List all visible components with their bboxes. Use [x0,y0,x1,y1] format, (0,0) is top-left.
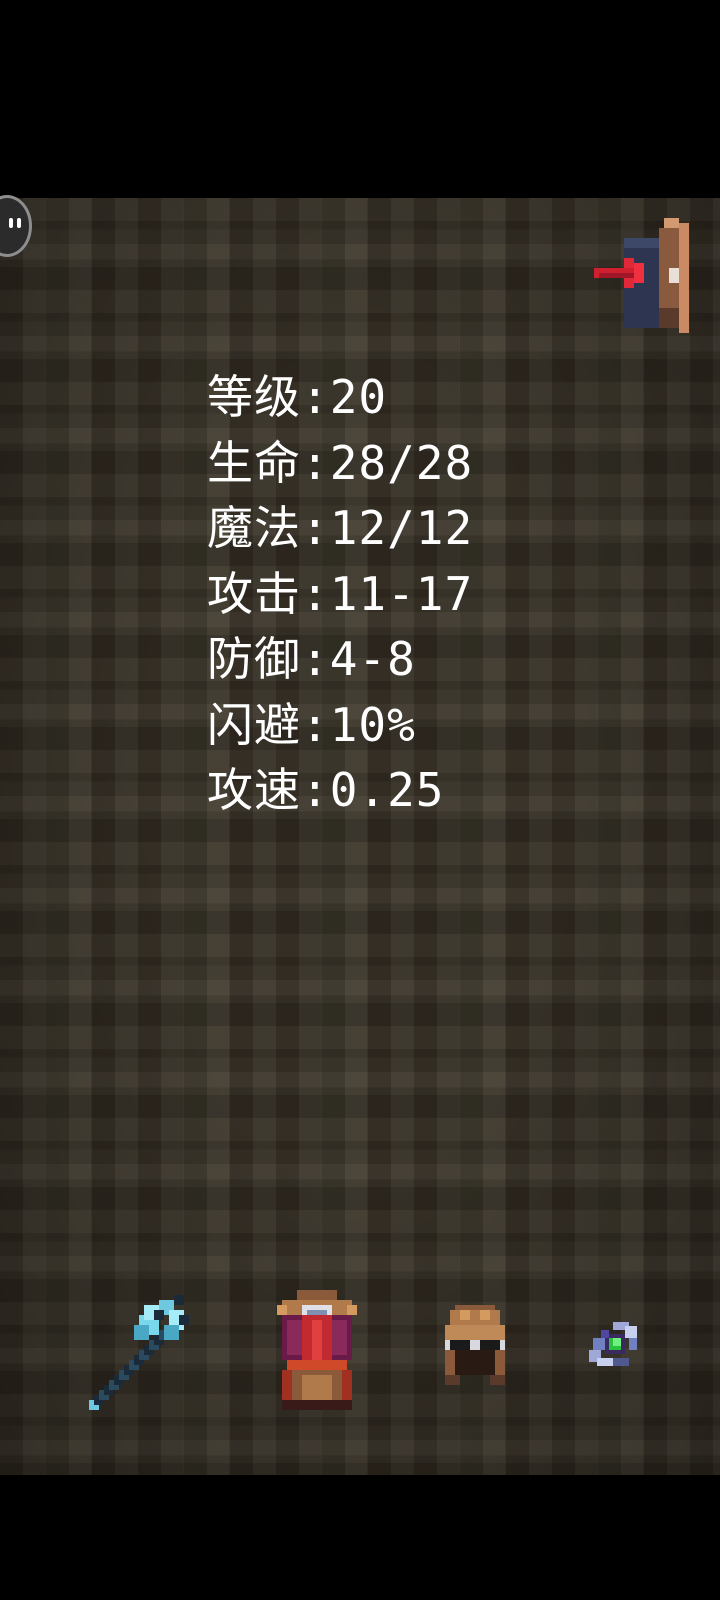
stats-panel: 等级:20 生命:28/28 魔法:12/12 攻击:11-17 防御:4-8 … [207,370,567,829]
stat-separator: : [301,697,330,752]
stat-attack: 攻击:11-17 [207,567,567,633]
stat-health: 生命:28/28 [207,436,567,502]
stat-separator: : [301,370,330,424]
stat-value: 4-8 [329,632,416,686]
equipment-slot-ring[interactable] [585,1318,641,1374]
stat-label: 攻击 [207,566,301,621]
battle-axe-icon [89,1295,189,1410]
stat-attack-speed: 攻速:0.25 [207,763,567,829]
stat-label: 防御 [207,632,301,686]
stat-value: 28/28 [329,435,474,490]
stat-label: 生命 [207,435,301,490]
robe-armor-icon [277,1290,357,1410]
stat-value: 12/12 [329,501,474,555]
stat-defense: 防御:4-8 [207,632,567,698]
stat-level: 等级:20 [207,370,567,436]
bottom-letterbox [0,1475,720,1600]
top-letterbox [0,0,720,198]
gem-ring-icon [589,1322,637,1366]
stat-value: 11-17 [329,566,474,621]
stat-separator: : [301,435,330,490]
exit-button[interactable] [594,218,704,338]
stat-separator: : [301,566,330,621]
stat-separator: : [301,763,330,817]
stat-value: 0.25 [329,763,445,817]
stat-label: 魔法 [207,501,301,555]
equipment-slot-weapon[interactable] [84,1290,194,1410]
chat-dot [9,218,13,228]
stat-separator: : [301,632,330,686]
exit-door-icon [594,218,689,333]
equipment-slot-armor[interactable] [272,1290,362,1410]
leather-helmet-icon [445,1305,505,1385]
chat-dot [17,218,21,228]
stat-dodge: 闪避:10% [207,698,567,764]
stat-value: 10% [329,697,416,752]
stat-value: 20 [329,370,388,424]
stat-label: 等级 [207,370,301,424]
equipment-slot-helmet[interactable] [440,1305,510,1385]
stat-label: 攻速 [207,763,301,817]
stat-label: 闪避 [207,697,301,752]
stat-separator: : [301,501,330,555]
stat-mana: 魔法:12/12 [207,501,567,567]
